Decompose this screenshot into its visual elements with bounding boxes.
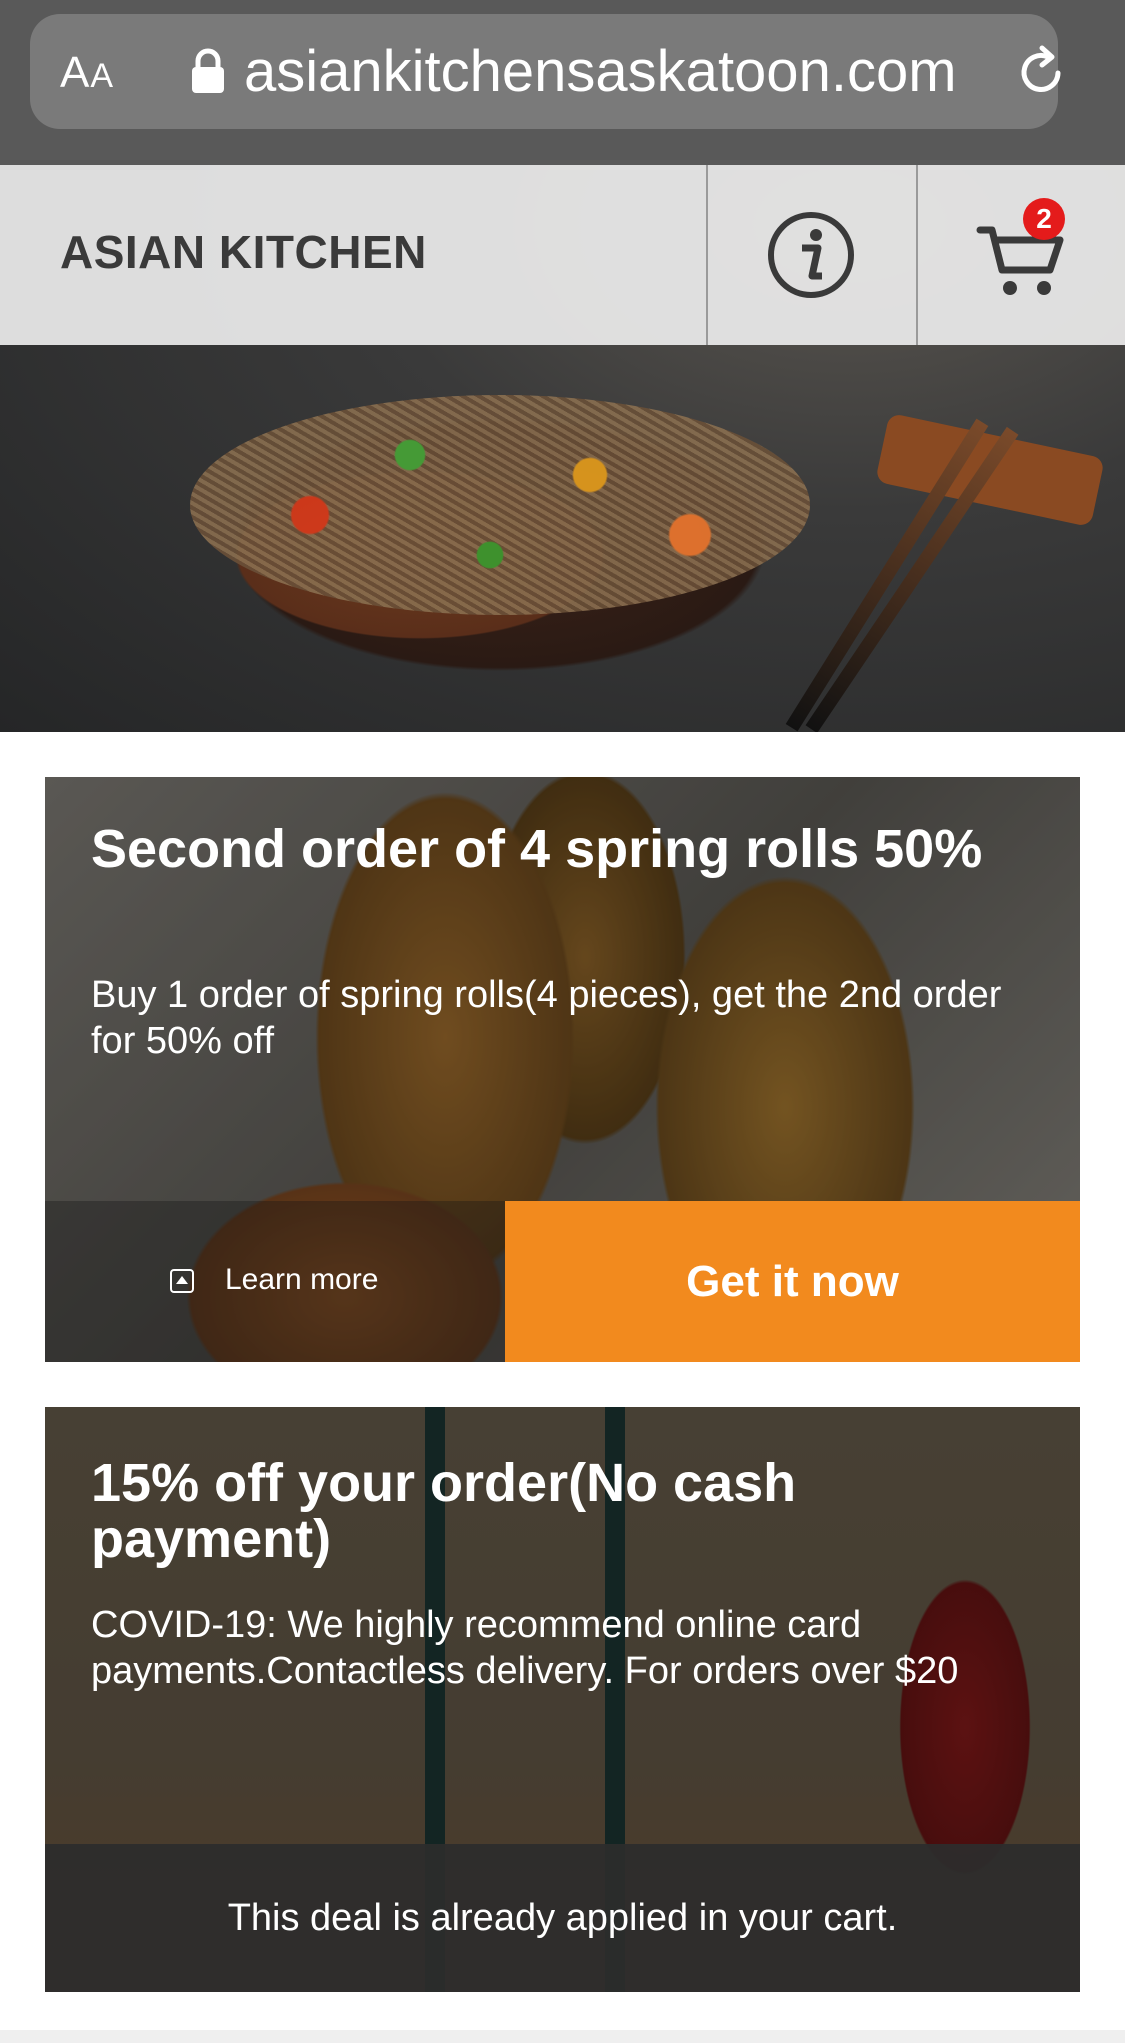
deal-description: Buy 1 order of spring rolls(4 pieces), g…	[91, 974, 1002, 1062]
text-size-button[interactable]: AA	[60, 48, 114, 98]
reload-icon[interactable]	[1012, 44, 1070, 102]
cart-count-badge: 2	[1023, 198, 1065, 240]
url-text[interactable]: asiankitchensaskatoon.com	[244, 38, 957, 105]
learn-more-label: Learn more	[225, 1263, 379, 1296]
deal-description: COVID-19: We highly recommend online car…	[91, 1604, 959, 1692]
info-button[interactable]	[708, 165, 916, 345]
page-bottom-edge	[0, 2030, 1125, 2043]
info-icon	[768, 212, 854, 298]
lock-icon	[192, 48, 224, 93]
learn-more-button[interactable]: Learn more	[45, 1201, 505, 1362]
site-header: ASIAN KITCHEN 2	[0, 165, 1125, 345]
image-icon	[170, 1269, 194, 1293]
deal-applied-status: This deal is already applied in your car…	[45, 1844, 1080, 1992]
brand-name[interactable]: ASIAN KITCHEN	[60, 225, 427, 279]
cart-button[interactable]: 2	[918, 165, 1125, 345]
noodle-dish-image	[190, 395, 810, 615]
browser-toolbar: AA asiankitchensaskatoon.com	[0, 0, 1125, 165]
deal-title: Second order of 4 spring rolls 50%	[91, 819, 983, 879]
get-it-now-button[interactable]: Get it now	[505, 1201, 1080, 1362]
address-bar[interactable]: AA asiankitchensaskatoon.com	[30, 14, 1061, 129]
deal-title: 15% off your order(No cash payment)	[91, 1453, 797, 1569]
deal-card: Second order of 4 spring rolls 50% Buy 1…	[45, 777, 1080, 1362]
deal-card: 15% off your order(No cash payment) COVI…	[45, 1407, 1080, 1992]
